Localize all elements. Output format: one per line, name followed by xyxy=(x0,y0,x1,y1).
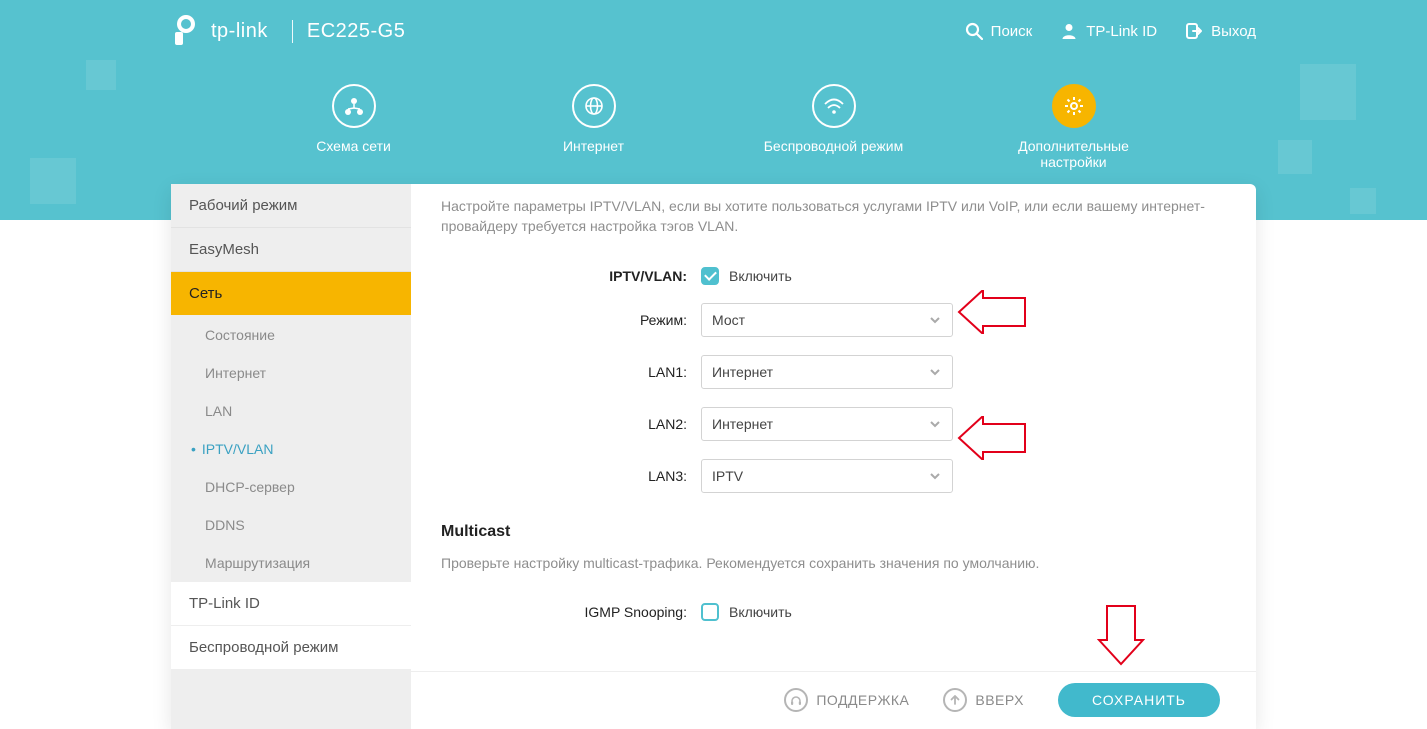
main-panel: Рабочий режим EasyMesh Сеть Состояние Ин… xyxy=(171,184,1256,729)
wifi-icon xyxy=(812,84,856,128)
model-label: EC225-G5 xyxy=(292,20,406,43)
support-label: ПОДДЕРЖКА xyxy=(816,692,909,708)
search-label: Поиск xyxy=(991,23,1033,40)
lan1-value: Интернет xyxy=(712,364,773,380)
tab-label: Дополнительные настройки xyxy=(1018,138,1129,170)
main-nav: Схема сети Интернет Беспроводной режим Д… xyxy=(171,62,1256,170)
user-icon xyxy=(1060,22,1078,40)
row-lan3: LAN3: IPTV xyxy=(441,459,1218,493)
tab-advanced[interactable]: Дополнительные настройки xyxy=(999,84,1149,170)
save-label: СОХРАНИТЬ xyxy=(1092,692,1186,708)
iptv-main-label: IPTV/VLAN: xyxy=(441,268,701,284)
footer-bar: ПОДДЕРЖКА ВВЕРХ СОХРАНИТЬ xyxy=(411,671,1256,729)
lan2-value: Интернет xyxy=(712,416,773,432)
arrow-up-icon xyxy=(943,688,967,712)
sidebar-sub-internet[interactable]: Интернет xyxy=(171,354,411,392)
save-button[interactable]: СОХРАНИТЬ xyxy=(1058,683,1220,717)
sidebar-sub-lan[interactable]: LAN xyxy=(171,392,411,430)
sidebar-item-network[interactable]: Сеть xyxy=(171,272,411,316)
chevron-down-icon xyxy=(928,469,942,483)
logout-icon xyxy=(1185,22,1203,40)
tab-label: Интернет xyxy=(563,138,624,154)
sidebar-item-tplinkid[interactable]: TP-Link ID xyxy=(171,582,411,626)
gear-icon xyxy=(1052,84,1096,128)
row-iptv-enable: IPTV/VLAN: Включить xyxy=(441,267,1218,285)
brand-text: tp-link xyxy=(211,20,268,43)
tab-network-map[interactable]: Схема сети xyxy=(279,84,429,170)
lan3-dropdown[interactable]: IPTV xyxy=(701,459,953,493)
network-map-icon xyxy=(332,84,376,128)
tplinkid-action[interactable]: TP-Link ID xyxy=(1060,22,1157,40)
search-action[interactable]: Поиск xyxy=(965,22,1033,40)
igmp-enable-label: Включить xyxy=(729,604,792,620)
top-actions: Поиск TP-Link ID Выход xyxy=(965,22,1256,40)
logout-action[interactable]: Выход xyxy=(1185,22,1256,40)
lan1-dropdown[interactable]: Интернет xyxy=(701,355,953,389)
sidebar-sub-routing[interactable]: Маршрутизация xyxy=(171,544,411,582)
lan3-label: LAN3: xyxy=(441,468,701,484)
mode-dropdown[interactable]: Мост xyxy=(701,303,953,337)
sidebar-item-easymesh[interactable]: EasyMesh xyxy=(171,228,411,272)
lan2-dropdown[interactable]: Интернет xyxy=(701,407,953,441)
chevron-down-icon xyxy=(928,365,942,379)
multicast-heading: Multicast xyxy=(441,523,1218,541)
iptv-description: Настройте параметры IPTV/VLAN, если вы х… xyxy=(441,196,1218,237)
iptv-enable-checkbox[interactable] xyxy=(701,267,719,285)
tplinkid-label: TP-Link ID xyxy=(1086,23,1157,40)
tp-logo-icon xyxy=(171,14,201,48)
sidebar-item-mode[interactable]: Рабочий режим xyxy=(171,184,411,228)
support-button[interactable]: ПОДДЕРЖКА xyxy=(784,688,909,712)
row-lan1: LAN1: Интернет xyxy=(441,355,1218,389)
mode-value: Мост xyxy=(712,312,745,328)
sidebar-sub-ddns[interactable]: DDNS xyxy=(171,506,411,544)
igmp-label: IGMP Snooping: xyxy=(441,604,701,620)
tab-internet[interactable]: Интернет xyxy=(519,84,669,170)
headset-icon xyxy=(784,688,808,712)
lan2-label: LAN2: xyxy=(441,416,701,432)
row-lan2: LAN2: Интернет xyxy=(441,407,1218,441)
chevron-down-icon xyxy=(928,313,942,327)
topbar: tp-link EC225-G5 Поиск TP-Link ID Выход xyxy=(171,0,1256,62)
iptv-enable-label: Включить xyxy=(729,268,792,284)
brand-logo: tp-link EC225-G5 xyxy=(171,14,405,48)
chevron-down-icon xyxy=(928,417,942,431)
tab-label: Схема сети xyxy=(316,138,391,154)
tab-wireless[interactable]: Беспроводной режим xyxy=(759,84,909,170)
content-area: Настройте параметры IPTV/VLAN, если вы х… xyxy=(411,184,1256,729)
lan3-value: IPTV xyxy=(712,468,743,484)
multicast-description: Проверьте настройку multicast-трафика. Р… xyxy=(441,553,1218,573)
sidebar-sub-iptv[interactable]: IPTV/VLAN xyxy=(171,430,411,468)
igmp-enable-checkbox[interactable] xyxy=(701,603,719,621)
sidebar-sub-dhcp[interactable]: DHCP-сервер xyxy=(171,468,411,506)
row-mode: Режим: Мост xyxy=(441,303,1218,337)
search-icon xyxy=(965,22,983,40)
row-igmp: IGMP Snooping: Включить xyxy=(441,603,1218,621)
logout-label: Выход xyxy=(1211,23,1256,40)
sidebar-sub-status[interactable]: Состояние xyxy=(171,316,411,354)
mode-label: Режим: xyxy=(441,312,701,328)
tab-label: Беспроводной режим xyxy=(764,138,904,154)
sidebar-item-wireless[interactable]: Беспроводной режим xyxy=(171,626,411,670)
globe-icon xyxy=(572,84,616,128)
top-label: ВВЕРХ xyxy=(975,692,1024,708)
scroll-top-button[interactable]: ВВЕРХ xyxy=(943,688,1024,712)
lan1-label: LAN1: xyxy=(441,364,701,380)
sidebar: Рабочий режим EasyMesh Сеть Состояние Ин… xyxy=(171,184,411,729)
